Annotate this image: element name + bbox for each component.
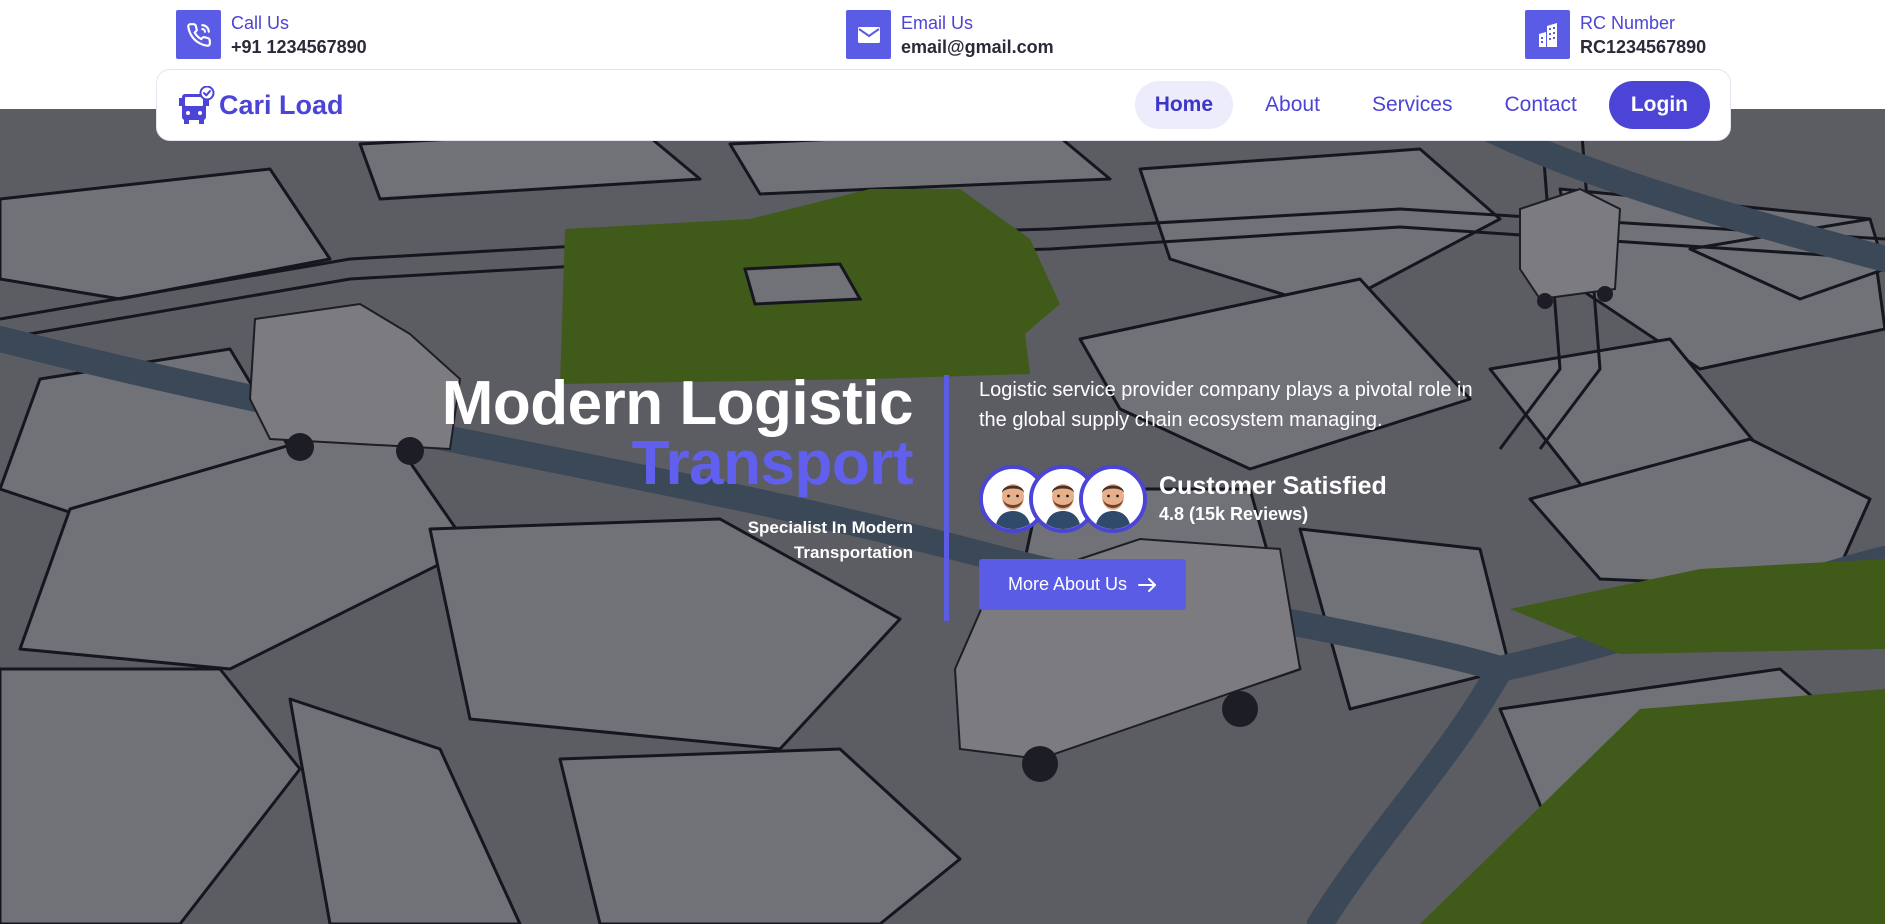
arrow-right-icon: [1138, 577, 1157, 592]
hero-title-block: Modern Logistic Transport Specialist In …: [441, 369, 914, 565]
customer-satisfaction: Customer Satisfied 4.8 (15k Reviews): [979, 465, 1539, 533]
avatar-group: [979, 465, 1147, 533]
contact-email-label: Email Us: [901, 12, 974, 33]
hero-description-line2: the global supply chain ecosystem managi…: [979, 409, 1383, 431]
more-about-us-button[interactable]: More About Us: [979, 559, 1187, 610]
navbar: Cari Load Home About Services Contact Lo…: [156, 69, 1731, 141]
hero-title-line2: Transport: [631, 429, 914, 498]
nav-home[interactable]: Home: [1134, 81, 1234, 129]
nav-about[interactable]: About: [1245, 81, 1340, 129]
avatar: [1079, 465, 1147, 533]
main-nav: Home About Services Contact Login: [1134, 81, 1710, 129]
envelope-icon: [846, 10, 891, 59]
contact-phone[interactable]: Call Us +91 1234567890: [176, 10, 367, 59]
hero-subtitle: Specialist In Modern Transportation: [442, 515, 913, 565]
hero-info-block: Logistic service provider company plays …: [979, 375, 1539, 610]
hero-divider: [944, 375, 949, 621]
nav-services[interactable]: Services: [1352, 81, 1473, 129]
man-avatar-icon: [1083, 469, 1143, 529]
hero-section: Modern Logistic Transport Specialist In …: [0, 109, 1885, 924]
hero-title-line1: Modern Logistic: [441, 369, 914, 438]
more-about-us-label: More About Us: [1008, 574, 1128, 594]
contact-phone-value[interactable]: +91 1234567890: [231, 35, 367, 59]
hero-subtitle-line1: Specialist In Modern: [747, 518, 913, 537]
satisfaction-text: Customer Satisfied 4.8 (15k Reviews): [1159, 471, 1387, 527]
brand-logo[interactable]: Cari Load: [179, 86, 344, 124]
truck-check-icon: [179, 86, 215, 124]
hero-description-line1: Logistic service provider company plays …: [979, 379, 1473, 401]
contact-rc-number: RC Number RC1234567890: [1525, 10, 1706, 59]
hero-dark-overlay: [0, 109, 1885, 924]
login-button[interactable]: Login: [1608, 81, 1710, 129]
building-icon: [1525, 10, 1570, 59]
satisfaction-rating: 4.8 (15k Reviews): [1159, 504, 1309, 524]
hero-description: Logistic service provider company plays …: [979, 375, 1539, 435]
contact-phone-label: Call Us: [231, 12, 290, 33]
hero-subtitle-line2: Transportation: [793, 543, 913, 562]
contact-rc-label: RC Number: [1580, 12, 1676, 33]
brand-name: Cari Load: [219, 89, 344, 120]
nav-contact[interactable]: Contact: [1484, 81, 1596, 129]
contact-rc-value: RC1234567890: [1580, 36, 1707, 57]
contact-email[interactable]: Email Us email@gmail.com: [846, 10, 1054, 59]
satisfaction-title: Customer Satisfied: [1159, 472, 1387, 500]
phone-icon: [176, 10, 221, 59]
contact-email-value[interactable]: email@gmail.com: [901, 35, 1054, 59]
